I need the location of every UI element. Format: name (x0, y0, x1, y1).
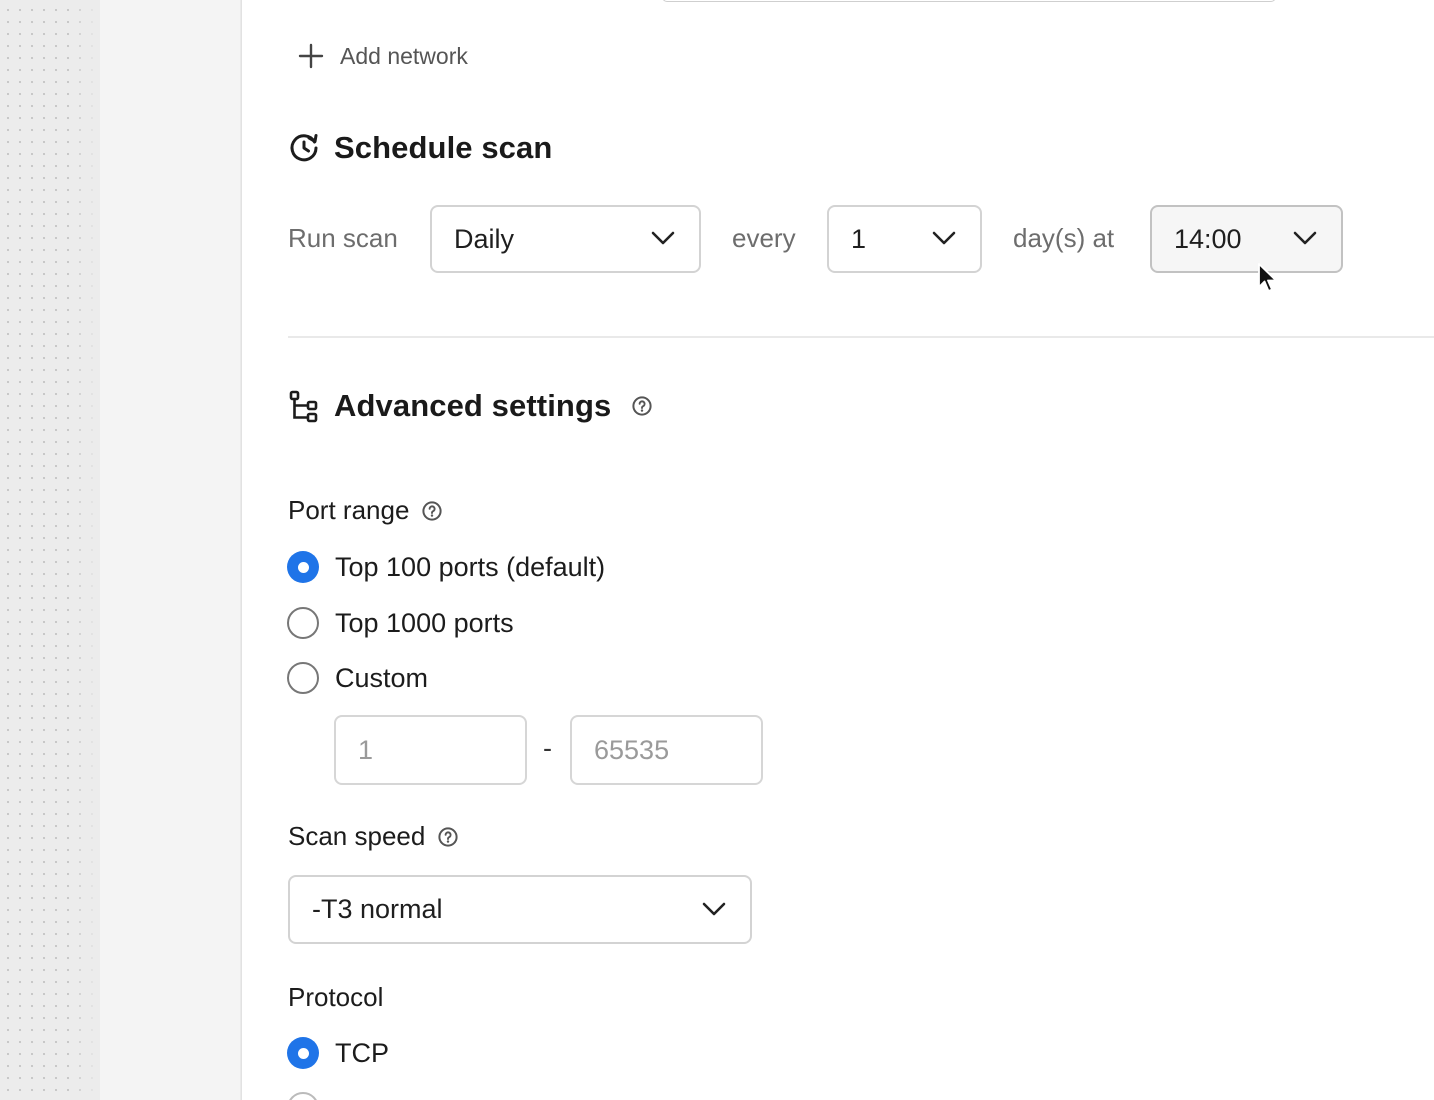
port-range-option-label: Top 1000 ports (335, 607, 514, 638)
frequency-select[interactable]: Daily (430, 205, 701, 273)
help-icon[interactable] (421, 500, 443, 522)
advanced-settings-title: Advanced settings (334, 388, 612, 423)
scan-speed-value: -T3 normal (312, 894, 443, 924)
schedule-scan-title: Schedule scan (334, 130, 553, 165)
scan-speed-label-text: Scan speed (288, 821, 426, 851)
days-at-label: day(s) at (1013, 223, 1115, 253)
run-scan-label: Run scan (288, 223, 398, 253)
scan-settings-panel: Add network Schedule scan Run scan Daily… (242, 0, 1434, 1100)
section-divider (288, 336, 1434, 338)
radio-unchecked[interactable] (287, 607, 319, 639)
custom-port-from-placeholder: 1 (358, 734, 374, 765)
port-range-option-label: Top 100 ports (default) (335, 551, 606, 582)
add-network-button[interactable]: Add network (298, 38, 468, 74)
every-label: every (732, 223, 796, 253)
custom-port-to-placeholder: 65535 (594, 734, 670, 765)
plus-icon (298, 43, 324, 69)
interval-select[interactable]: 1 (827, 205, 982, 273)
schedule-clock-icon (290, 134, 318, 162)
advanced-settings-heading: Advanced settings (288, 388, 653, 424)
radio-unchecked[interactable] (287, 1092, 319, 1100)
custom-port-to-input[interactable]: 65535 (570, 715, 763, 785)
add-network-label: Add network (340, 42, 468, 69)
radio-checked[interactable] (287, 551, 319, 583)
interval-value: 1 (851, 223, 867, 254)
canvas-dot-background (0, 0, 100, 1100)
tree-structure-icon (289, 390, 318, 423)
port-range-option-top100[interactable]: Top 100 ports (default) (287, 551, 605, 583)
time-value: 14:00 (1174, 223, 1242, 254)
port-range-label-text: Port range (288, 495, 410, 525)
chevron-down-icon (932, 231, 956, 245)
port-range-option-label: Custom (335, 662, 429, 693)
sidebar-gutter (100, 0, 242, 1100)
chevron-down-icon (651, 231, 675, 245)
custom-port-from-input[interactable]: 1 (334, 715, 527, 785)
schedule-scan-heading: Schedule scan (288, 130, 552, 166)
port-range-label: Port range (288, 495, 443, 526)
chevron-down-icon (702, 902, 726, 915)
radio-checked[interactable] (287, 1037, 319, 1069)
scan-speed-label: Scan speed (288, 821, 459, 852)
protocol-label-text: Protocol (288, 982, 384, 1012)
protocol-label: Protocol (288, 982, 383, 1013)
scan-speed-select[interactable]: -T3 normal (288, 875, 752, 944)
protocol-option-label: TCP (335, 1037, 389, 1068)
chevron-down-icon (1293, 231, 1317, 245)
time-select[interactable]: 14:00 (1150, 205, 1343, 273)
network-input-bottom-edge (662, 0, 1276, 2)
port-range-option-custom[interactable]: Custom (287, 662, 428, 694)
mouse-pointer-icon (1258, 263, 1277, 292)
radio-unchecked[interactable] (287, 662, 319, 694)
port-range-separator: - (543, 733, 552, 763)
protocol-option-tcp[interactable]: TCP (287, 1037, 389, 1069)
help-icon[interactable] (631, 395, 653, 417)
help-icon[interactable] (437, 826, 459, 848)
frequency-value: Daily (454, 223, 515, 254)
protocol-option-next[interactable] (287, 1092, 319, 1100)
port-range-option-top1000[interactable]: Top 1000 ports (287, 607, 514, 639)
